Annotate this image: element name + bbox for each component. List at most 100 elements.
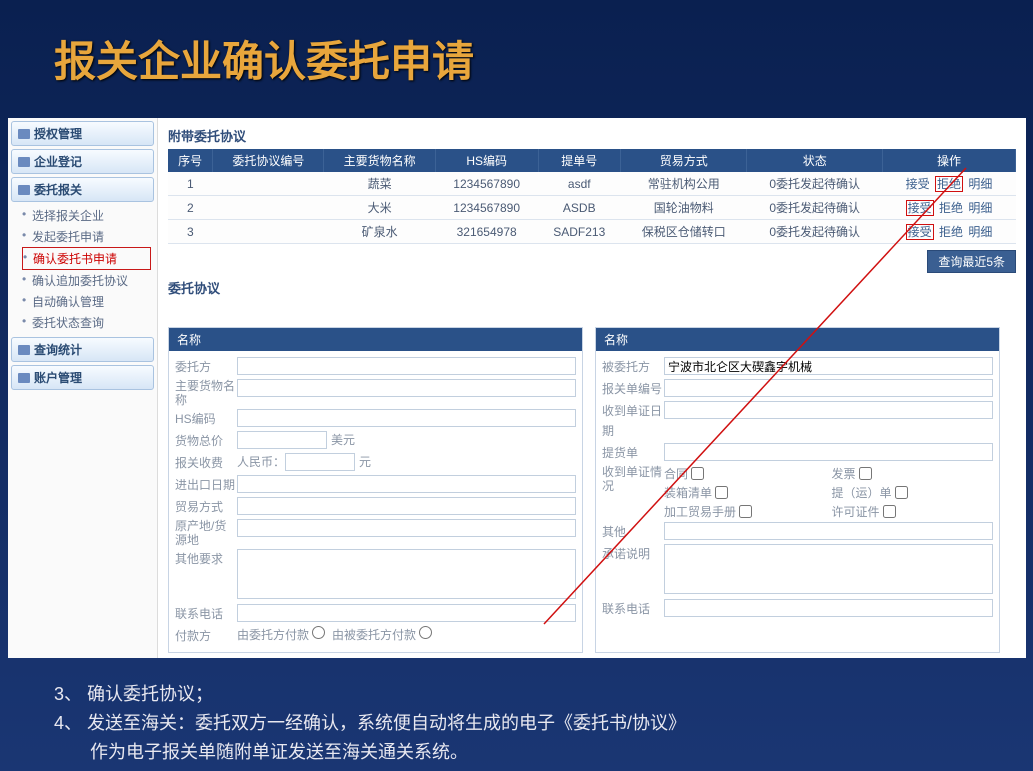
input-phone[interactable] [237,604,576,622]
op-拒绝[interactable]: 拒绝 [939,201,963,215]
op-明细[interactable]: 明细 [968,225,992,239]
unit-cny: 元 [359,455,371,469]
chk-invoice[interactable]: 发票 [832,465,994,482]
input-accept[interactable] [664,544,993,594]
form-area: 名称 委托方 主要货物名称 HS编码 货物总价美元 报关收费人民币：元 进出口日… [168,327,1016,653]
lbl-bills: 提货单 [602,443,664,463]
lbl-hs: HS编码 [175,409,237,429]
col-bill: 提单号 [538,149,620,172]
footer-line2: 4、 发送至海关：委托双方一经确认，系统便自动将生成的电子《委托书/协议》 [54,709,686,738]
side-label: 企业登记 [34,153,82,170]
side-label: 查询统计 [34,341,82,358]
table-row: 3矿泉水321654978SADF213保税区仓储转口0委托发起待确认接受 拒绝… [168,220,1016,244]
op-接受[interactable]: 接受 [906,177,930,191]
table-row: 2大米1234567890ASDB国轮油物料0委托发起待确认接受 拒绝 明细 [168,196,1016,220]
col-hs: HS编码 [435,149,538,172]
side-label: 授权管理 [34,125,82,142]
input-origin[interactable] [237,519,576,537]
pay-opt1[interactable]: 由委托方付款 [237,628,325,642]
table-row: 1蔬菜1234567890asdf常驻机构公用0委托发起待确认接受 拒绝 明细 [168,172,1016,196]
lbl-total: 货物总价 [175,431,237,451]
lbl-pay: 付款方 [175,626,237,646]
input-declno[interactable] [664,379,993,397]
input-fee[interactable] [285,453,355,471]
pay-opt2[interactable]: 由被委托方付款 [332,628,432,642]
side-section-account[interactable]: 账户管理 [11,365,154,390]
footer-line1: 3、 确认委托协议； [54,680,686,709]
sidebar-item-status-query[interactable]: 委托状态查询 [22,312,151,333]
sidebar-item-confirm-app[interactable]: 确认委托书申请 [22,247,151,270]
lbl-other2: 其他 [602,522,664,542]
input-recdate[interactable] [664,401,993,419]
folder-icon [18,157,30,167]
lbl-entrust: 委托方 [175,357,237,377]
app-window: 授权管理 企业登记 委托报关 选择报关企业 发起委托申请 确认委托书申请 确认追… [8,118,1026,658]
op-明细[interactable]: 明细 [968,201,992,215]
agreement-title: 委托协议 [168,278,1016,297]
form-left-head: 名称 [169,328,582,351]
unit-usd: 美元 [331,433,355,447]
side-label: 委托报关 [34,181,82,198]
chk-packing[interactable]: 装箱清单 [664,484,826,501]
input-trade[interactable] [237,497,576,515]
op-接受[interactable]: 接受 [906,200,934,216]
side-label: 账户管理 [34,369,82,386]
op-拒绝[interactable]: 拒绝 [939,225,963,239]
lbl-fee: 报关收费 [175,453,237,473]
sidebar: 授权管理 企业登记 委托报关 选择报关企业 发起委托申请 确认委托书申请 确认追… [8,118,158,658]
col-status: 状态 [747,149,883,172]
chk-bl[interactable]: 提（运）单 [832,484,994,501]
form-right: 名称 被委托方 报关单编号 收到单证日期 提货单 收到单证情况 合同 发票 装箱… [595,327,1000,653]
input-other[interactable] [237,549,576,599]
slide-title: 报关企业确认委托申请 [0,0,1033,97]
lbl-declno: 报关单编号 [602,379,664,399]
query-recent-button[interactable]: 查询最近5条 [927,250,1016,273]
sidebar-item-auto-confirm[interactable]: 自动确认管理 [22,291,151,312]
col-agreeno: 委托协议编号 [213,149,324,172]
lbl-entrusted: 被委托方 [602,357,664,377]
lbl-other: 其他要求 [175,549,237,569]
footer-note: 3、 确认委托协议； 4、 发送至海关：委托双方一经确认，系统便自动将生成的电子… [54,680,686,766]
input-hs[interactable] [237,409,576,427]
footer-line3: 作为电子报关单随附单证发送至海关通关系统。 [54,738,686,767]
folder-icon [18,185,30,195]
lbl-recdoc: 收到单证情况 [602,465,664,493]
folder-icon [18,373,30,383]
col-goods: 主要货物名称 [324,149,435,172]
input-other2[interactable] [664,522,993,540]
input-iedate[interactable] [237,475,576,493]
form-right-head: 名称 [596,328,999,351]
lbl-goods: 主要货物名称 [175,379,237,407]
input-phone2[interactable] [664,599,993,617]
op-明细[interactable]: 明细 [968,177,992,191]
lbl-origin: 原产地/货源地 [175,519,237,547]
input-entrust[interactable] [237,357,576,375]
side-section-enterprise[interactable]: 企业登记 [11,149,154,174]
sidebar-item-select-enterprise[interactable]: 选择报关企业 [22,205,151,226]
col-trade: 贸易方式 [620,149,746,172]
lbl-iedate: 进出口日期 [175,475,237,495]
lbl-phone: 联系电话 [175,604,237,624]
input-goods[interactable] [237,379,576,397]
side-section-entrust[interactable]: 委托报关 [11,177,154,202]
op-拒绝[interactable]: 拒绝 [935,176,963,192]
chk-process[interactable]: 加工贸易手册 [664,503,826,520]
main-panel: 附带委托协议 序号 委托协议编号 主要货物名称 HS编码 提单号 贸易方式 状态… [158,118,1026,658]
chk-contract[interactable]: 合同 [664,465,826,482]
attach-table: 序号 委托协议编号 主要货物名称 HS编码 提单号 贸易方式 状态 操作 1蔬菜… [168,149,1016,244]
chk-license[interactable]: 许可证件 [832,503,994,520]
lbl-phone2: 联系电话 [602,599,664,619]
sidebar-item-confirm-add[interactable]: 确认追加委托协议 [22,270,151,291]
input-entrusted[interactable] [664,357,993,375]
attach-title: 附带委托协议 [168,126,1016,145]
op-接受[interactable]: 接受 [906,224,934,240]
col-seq: 序号 [168,149,213,172]
side-section-auth[interactable]: 授权管理 [11,121,154,146]
input-total[interactable] [237,431,327,449]
lbl-recdate: 收到单证日期 [602,401,664,441]
side-section-query[interactable]: 查询统计 [11,337,154,362]
sidebar-item-initiate[interactable]: 发起委托申请 [22,226,151,247]
input-bills[interactable] [664,443,993,461]
form-left: 名称 委托方 主要货物名称 HS编码 货物总价美元 报关收费人民币：元 进出口日… [168,327,583,653]
col-ops: 操作 [883,149,1016,172]
